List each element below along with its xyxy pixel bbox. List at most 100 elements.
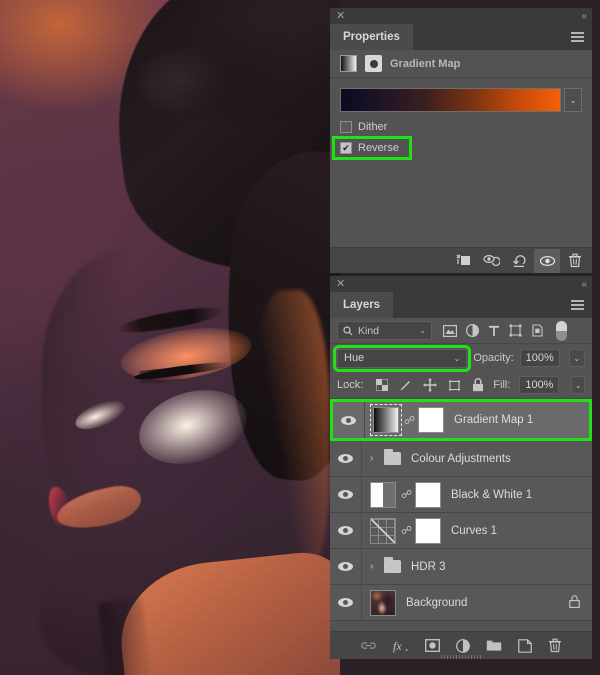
filter-pixel-layers-icon[interactable] — [443, 324, 457, 337]
layer-thumbnails — [362, 589, 396, 616]
layer-thumbnail-curves[interactable] — [370, 517, 396, 544]
link-mask-icon[interactable]: ☍ — [401, 524, 412, 537]
layer-visibility-toggle[interactable] — [330, 513, 362, 548]
layers-tabbar: Layers — [330, 292, 592, 318]
tab-layers[interactable]: Layers — [330, 292, 394, 318]
layer-thumbnail-gradient-map[interactable] — [370, 404, 402, 436]
layer-mask-thumbnail[interactable] — [415, 517, 441, 544]
layer-thumbnails: ☍ — [362, 517, 441, 544]
reset-adjustment-button[interactable] — [506, 249, 532, 273]
close-icon[interactable]: ✕ — [336, 10, 345, 22]
layer-mask-thumbnail-icon[interactable] — [365, 55, 382, 72]
layer-visibility-toggle[interactable] — [330, 585, 362, 620]
delete-adjustment-layer-button[interactable] — [562, 249, 588, 273]
properties-panel-menu-button[interactable] — [563, 24, 592, 50]
blend-mode-value: Hue — [344, 352, 365, 364]
new-group-button[interactable] — [486, 639, 502, 652]
close-icon[interactable]: ✕ — [336, 278, 345, 290]
add-layer-mask-button[interactable] — [425, 639, 440, 652]
dither-checkbox[interactable] — [340, 121, 352, 133]
view-previous-state-button[interactable] — [478, 249, 504, 273]
hamburger-menu-icon — [571, 30, 584, 45]
opacity-label: Opacity: — [473, 352, 514, 364]
layer-visibility-toggle[interactable] — [330, 477, 362, 512]
table-row[interactable]: ☍ Gradient Map 1 — [330, 399, 592, 441]
table-row[interactable]: ☍ Black & White 1 — [330, 477, 592, 513]
lock-artboard-nesting-icon[interactable] — [448, 379, 461, 392]
fill-chevron-down-icon[interactable]: ⌄ — [571, 376, 585, 394]
dither-label: Dither — [358, 121, 388, 133]
layer-visibility-toggle[interactable] — [330, 549, 362, 584]
lock-row: Lock: Fill: 100% ⌄ — [330, 372, 592, 398]
dither-checkbox-row[interactable]: Dither — [340, 121, 582, 133]
layer-thumbnails: ☍ — [362, 481, 441, 508]
opacity-chevron-down-icon[interactable]: ⌄ — [568, 349, 585, 367]
layer-thumbnails: ☍ — [365, 404, 444, 436]
layer-mask-thumbnail[interactable] — [418, 407, 444, 433]
lock-transparent-pixels-icon[interactable] — [376, 379, 389, 391]
filter-kind-label: Kind — [358, 324, 380, 337]
new-layer-button[interactable] — [518, 638, 532, 653]
layer-name: Black & White 1 — [451, 488, 533, 501]
fill-input[interactable]: 100% — [519, 376, 560, 394]
collapse-panel-icon[interactable]: « — [581, 279, 586, 290]
link-mask-icon[interactable]: ☍ — [401, 488, 412, 501]
add-layer-style-button[interactable]: fx — [393, 639, 409, 653]
lock-image-pixels-icon[interactable] — [399, 379, 412, 392]
layer-name: HDR 3 — [411, 560, 446, 573]
table-row[interactable]: ☍ Curves 1 — [330, 513, 592, 549]
properties-panel-topbar: ✕ « — [330, 8, 592, 24]
blend-mode-select[interactable]: Hue ⌄ — [332, 344, 472, 372]
blend-mode-row: Hue ⌄ Opacity: 100% ⌄ — [330, 344, 592, 372]
lock-all-icon[interactable] — [472, 378, 484, 392]
lock-icon — [569, 594, 580, 611]
filter-kind-select[interactable]: Kind ⌄ — [337, 321, 432, 340]
eye-icon — [338, 490, 353, 499]
clip-to-layer-button[interactable] — [450, 249, 476, 273]
delete-layer-button[interactable] — [548, 638, 562, 653]
layers-panel-menu-button[interactable] — [563, 292, 592, 318]
eye-icon — [341, 415, 356, 425]
photo-canvas[interactable] — [0, 0, 340, 675]
properties-header: Gradient Map — [330, 50, 592, 78]
layer-visibility-toggle[interactable] — [333, 402, 365, 438]
layer-thumbnail-black-white[interactable] — [370, 481, 396, 508]
eye-icon — [338, 562, 353, 571]
opacity-input[interactable]: 100% — [519, 349, 560, 367]
lock-label: Lock: — [337, 379, 364, 391]
reverse-checkbox-row[interactable]: ✔ Reverse — [332, 136, 412, 160]
layers-panel-topbar: ✕ « — [330, 276, 592, 292]
gradient-preview-swatch[interactable] — [340, 88, 561, 112]
layers-footer-toolbar: fx — [330, 631, 592, 659]
tab-properties[interactable]: Properties — [330, 24, 413, 50]
layer-name: Colour Adjustments — [411, 452, 511, 465]
chevron-down-icon: ⌄ — [453, 353, 461, 363]
layer-filter-row: Kind ⌄ — [330, 318, 592, 344]
layer-thumbnails: › — [362, 449, 401, 465]
reverse-checkbox[interactable]: ✔ — [340, 142, 352, 154]
filter-enable-toggle[interactable] — [556, 320, 567, 341]
lock-position-icon[interactable] — [423, 378, 438, 392]
chevron-down-icon[interactable]: ⌄ — [564, 88, 582, 112]
filter-adjustment-layers-icon[interactable] — [466, 324, 479, 337]
chevron-right-icon[interactable]: › — [370, 453, 379, 464]
toggle-layer-visibility-button[interactable] — [534, 248, 560, 273]
eye-icon — [338, 598, 353, 607]
chevron-right-icon[interactable]: › — [370, 561, 379, 572]
table-row[interactable]: › HDR 3 — [330, 549, 592, 585]
layer-thumbnail-background-photo[interactable] — [370, 589, 396, 616]
table-row[interactable]: Background — [330, 585, 592, 621]
new-adjustment-layer-button[interactable] — [456, 638, 470, 653]
filter-smart-objects-icon[interactable] — [531, 324, 544, 337]
layers-list: ☍ Gradient Map 1 › Colour Adjustments ☍ — [330, 398, 592, 621]
filter-shape-layers-icon[interactable] — [509, 324, 522, 337]
layer-mask-thumbnail[interactable] — [415, 481, 441, 508]
link-layers-button[interactable] — [360, 640, 377, 651]
table-row[interactable]: › Colour Adjustments — [330, 441, 592, 477]
link-mask-icon[interactable]: ☍ — [404, 414, 415, 427]
eye-icon — [338, 454, 353, 463]
collapse-panel-icon[interactable]: « — [581, 11, 586, 22]
panel-resize-handle[interactable] — [441, 655, 481, 659]
filter-type-layers-icon[interactable] — [488, 325, 500, 337]
layer-visibility-toggle[interactable] — [330, 441, 362, 476]
